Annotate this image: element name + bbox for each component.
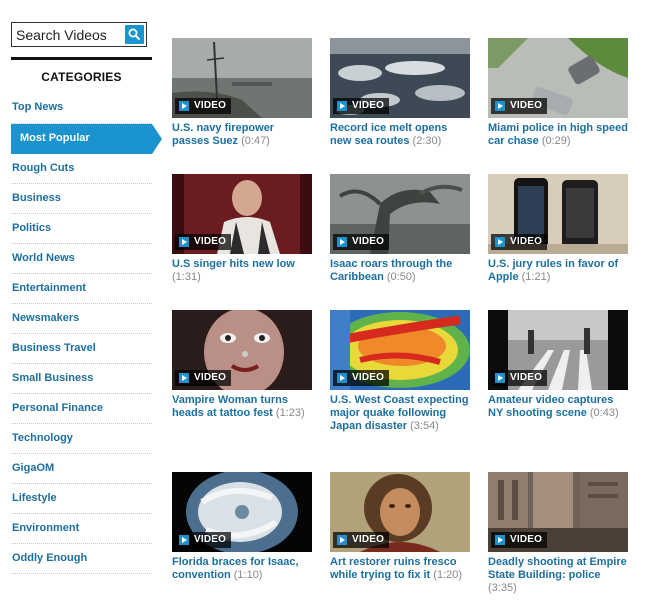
category-entertainment[interactable]: Entertainment [11,274,152,304]
video-badge: VIDEO [333,532,390,548]
video-duration: (1:10) [233,569,263,581]
category-lifestyle[interactable]: Lifestyle [11,484,152,514]
category-politics[interactable]: Politics [11,214,152,244]
category-world-news[interactable]: World News [11,244,152,274]
video-duration: (1:23) [275,407,305,419]
video-duration: (0:29) [541,135,571,147]
categories-divider [11,57,152,60]
search-input[interactable] [12,23,124,46]
play-icon [179,373,189,383]
video-card: VIDEO Record ice melt opens new sea rout… [330,38,470,148]
category-list: Top News Most Popular Rough Cuts Busines… [11,93,162,574]
video-title[interactable]: Vampire Woman turns heads at tattoo fest [172,394,288,419]
video-card: VIDEO Florida braces for Isaac, conventi… [172,472,312,582]
video-thumbnail[interactable]: VIDEO [488,174,628,254]
video-card: VIDEO Miami police in high speed car cha… [488,38,628,148]
video-duration: (0:50) [386,271,416,283]
video-badge: VIDEO [491,234,548,250]
video-duration: (1:21) [521,271,551,283]
video-card: VIDEO U.S. jury rules in favor of Apple … [488,174,628,284]
play-icon [179,535,189,545]
video-thumbnail[interactable]: VIDEO [330,38,470,118]
video-duration: (0:47) [241,135,270,147]
video-badge: VIDEO [175,234,232,250]
video-badge: VIDEO [175,532,232,548]
category-small-business[interactable]: Small Business [11,364,152,394]
video-card: VIDEO Isaac roars through the Caribbean … [330,174,470,284]
category-rough-cuts[interactable]: Rough Cuts [11,154,152,184]
video-badge: VIDEO [491,98,548,114]
category-technology[interactable]: Technology [11,424,152,454]
play-icon [495,535,505,545]
play-icon [337,535,347,545]
video-badge: VIDEO [491,532,548,548]
video-badge: VIDEO [491,370,548,386]
video-badge: VIDEO [175,98,232,114]
play-icon [179,101,189,111]
video-thumbnail[interactable]: VIDEO [330,310,470,390]
video-duration: (1:20) [433,569,463,581]
video-thumbnail[interactable]: VIDEO [172,310,312,390]
category-business-travel[interactable]: Business Travel [11,334,152,364]
video-thumbnail[interactable]: VIDEO [488,472,628,552]
video-card: VIDEO Vampire Woman turns heads at tatto… [172,310,312,420]
categories-heading: CATEGORIES [41,70,122,84]
category-most-popular[interactable]: Most Popular [11,124,162,154]
video-card: VIDEO U.S. West Coast expecting major qu… [330,310,470,433]
video-thumbnail[interactable]: VIDEO [488,38,628,118]
video-card: VIDEO Deadly shooting at Empire State Bu… [488,472,628,595]
video-card: VIDEO U.S. navy firepower passes Suez (0… [172,38,312,148]
video-badge: VIDEO [333,98,390,114]
video-card: VIDEO U.S singer hits new low (1:31) [172,174,312,284]
video-thumbnail[interactable]: VIDEO [172,174,312,254]
video-duration: (1:31) [172,271,201,283]
video-badge: VIDEO [333,370,390,386]
play-icon [337,101,347,111]
search-icon [128,28,141,41]
play-icon [179,237,189,247]
video-duration: (3:35) [488,582,517,594]
category-oddly-enough[interactable]: Oddly Enough [11,544,152,574]
video-title[interactable]: U.S. West Coast expecting major quake fo… [330,394,469,432]
search-button[interactable] [125,25,144,44]
video-thumbnail[interactable]: VIDEO [172,472,312,552]
play-icon [495,101,505,111]
video-title[interactable]: U.S. jury rules in favor of Apple [488,258,618,283]
video-title[interactable]: U.S singer hits new low [172,258,295,270]
category-environment[interactable]: Environment [11,514,152,544]
category-newsmakers[interactable]: Newsmakers [11,304,152,334]
video-thumbnail[interactable]: VIDEO [172,38,312,118]
play-icon [495,237,505,247]
search-box [11,22,147,47]
category-personal-finance[interactable]: Personal Finance [11,394,152,424]
category-business[interactable]: Business [11,184,152,214]
category-top-news[interactable]: Top News [11,93,152,124]
video-thumbnail[interactable]: VIDEO [330,174,470,254]
category-gigaom[interactable]: GigaOM [11,454,152,484]
video-duration: (0:43) [589,407,619,419]
video-badge: VIDEO [333,234,390,250]
video-card: VIDEO Art restorer ruins fresco while tr… [330,472,470,582]
video-badge: VIDEO [175,370,232,386]
video-duration: (2:30) [412,135,442,147]
video-thumbnail[interactable]: VIDEO [488,310,628,390]
play-icon [495,373,505,383]
play-icon [337,373,347,383]
play-icon [337,237,347,247]
video-title[interactable]: Deadly shooting at Empire State Building… [488,556,627,581]
video-thumbnail[interactable]: VIDEO [330,472,470,552]
video-card: VIDEO Amateur video captures NY shooting… [488,310,628,420]
video-duration: (3:54) [410,420,439,432]
